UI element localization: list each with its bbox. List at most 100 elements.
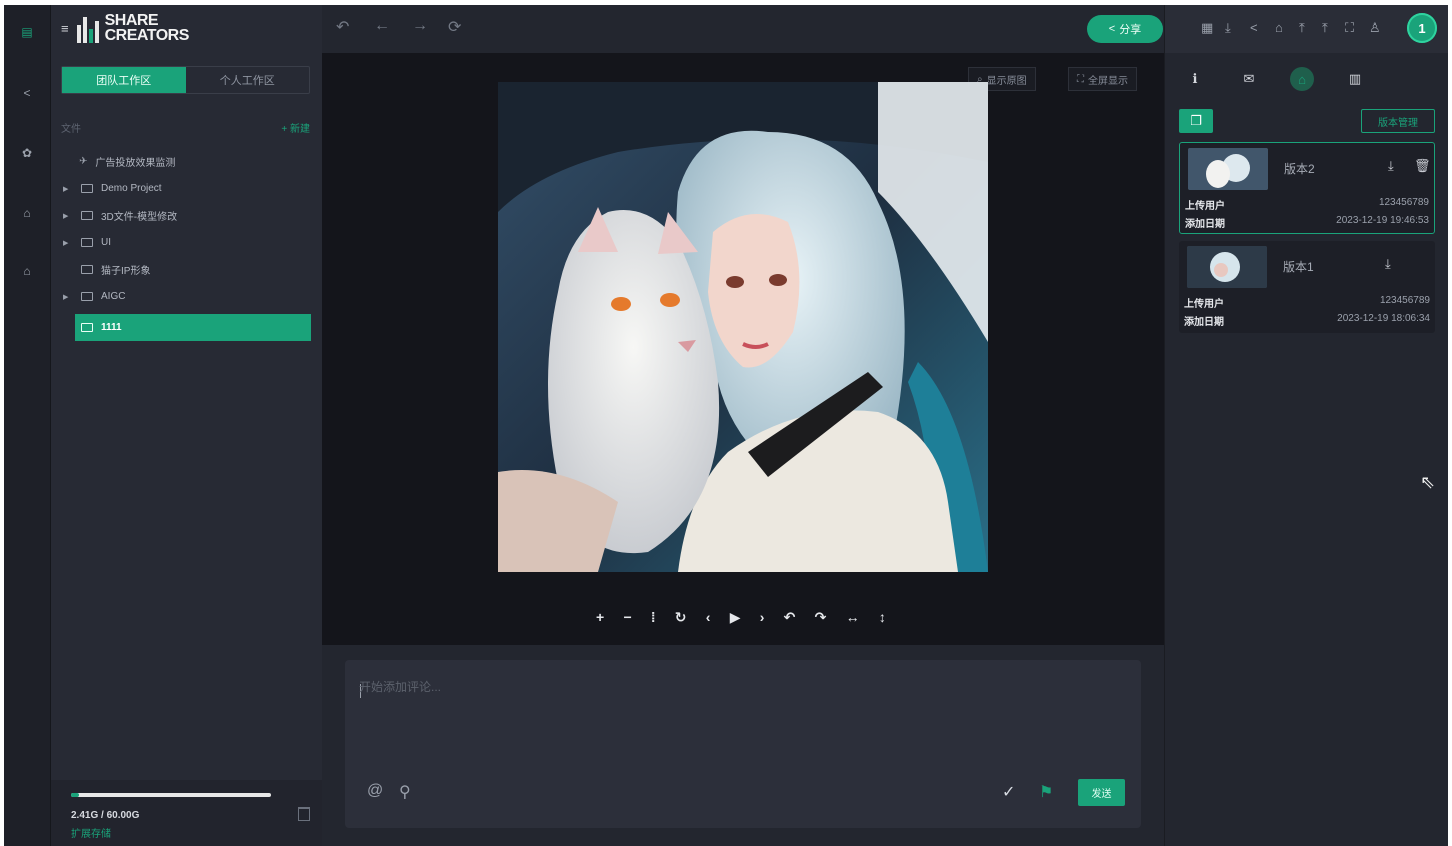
avatar[interactable]: 1 bbox=[1407, 13, 1437, 43]
uploader-row: 上传用户 123456789 bbox=[1184, 295, 1430, 310]
tree-item-label: 1111 bbox=[101, 322, 122, 333]
folder-icon bbox=[81, 265, 93, 274]
version-card[interactable]: 版本1 ⤓ 上传用户 123456789 添加日期 2023-12-19 18:… bbox=[1179, 241, 1435, 333]
logo-text: SHARE CREATORS bbox=[104, 12, 190, 44]
version-card[interactable]: 版本2 ⤓ 🗑 上传用户 123456789 添加日期 2023-12-19 1… bbox=[1179, 142, 1435, 234]
send-button[interactable]: 发送 bbox=[1078, 779, 1125, 806]
fullscreen-icon: ⛶ bbox=[1077, 73, 1084, 85]
plugin-nav-icon[interactable]: ⌂ bbox=[17, 203, 37, 223]
app-window: ▤ < ✿ ⌂ ⌂ ≡ SHARE CREATORS 团队工作区 个人工作区 文… bbox=[4, 5, 1448, 846]
export-icon[interactable]: ⤒ bbox=[1322, 20, 1328, 36]
folder-icon bbox=[81, 184, 93, 193]
tree-item-label: AIGC bbox=[101, 291, 126, 302]
undo-icon[interactable]: ↶ bbox=[336, 17, 349, 37]
pin-marker-icon[interactable]: ⚑ bbox=[1039, 782, 1053, 802]
stats-tab-icon[interactable]: ▥ bbox=[1343, 67, 1367, 91]
mention-icon[interactable]: @ bbox=[367, 782, 383, 800]
next-icon[interactable]: › bbox=[760, 609, 765, 625]
date-row: 添加日期 2023-12-19 18:06:34 bbox=[1184, 313, 1430, 328]
flip-horizontal-icon[interactable]: ↔ bbox=[846, 609, 860, 625]
tree-item[interactable]: ▶ UI bbox=[61, 229, 313, 256]
version-thumbnail bbox=[1187, 246, 1267, 288]
settings-nav-icon[interactable]: ✿ bbox=[17, 143, 37, 163]
prev-icon[interactable]: ‹ bbox=[706, 609, 711, 625]
share-nav-icon[interactable]: < bbox=[17, 83, 37, 103]
info-tab-icon[interactable]: ℹ bbox=[1183, 67, 1207, 91]
list-icon[interactable]: ▦ bbox=[1201, 20, 1213, 36]
expand-caret-icon[interactable]: ▶ bbox=[63, 185, 75, 193]
mouse-pointer-icon: ⇖ bbox=[1420, 472, 1436, 492]
user-icon[interactable]: ♙ bbox=[1369, 20, 1381, 36]
tab-personal-workspace[interactable]: 个人工作区 bbox=[186, 67, 310, 93]
fit-icon[interactable]: ⁞ bbox=[651, 609, 656, 625]
tree-item-label: 3D文件-模型修改 bbox=[101, 212, 178, 223]
home-nav-icon[interactable]: ⌂ bbox=[17, 261, 37, 281]
tab-team-workspace[interactable]: 团队工作区 bbox=[62, 67, 186, 93]
comments-tab-icon[interactable]: ✉ bbox=[1237, 67, 1261, 91]
image-viewer: ⌕ 显示原图 ⛶ 全屏显示 + − ⁞ ↻ ‹ ▶ › ↶ ↷ ↔ ↕ bbox=[322, 53, 1164, 645]
storage-usage: 2.41G / 60.00G 扩展存储 bbox=[51, 780, 322, 846]
rotate-right-icon[interactable]: ↷ bbox=[815, 609, 827, 626]
version-stack-icon[interactable]: ❐ bbox=[1179, 109, 1213, 133]
comment-box: @ ⚲ ✓ ⚑ 发送 bbox=[345, 660, 1141, 828]
section-title: 文件 bbox=[61, 124, 81, 135]
expand-caret-icon[interactable]: ▶ bbox=[63, 239, 75, 247]
zoom-in-icon[interactable]: + bbox=[596, 609, 604, 625]
back-arrow-icon[interactable]: ← bbox=[374, 17, 390, 35]
flip-vertical-icon[interactable]: ↕ bbox=[879, 609, 886, 625]
version-manage-button[interactable]: 版本管理 bbox=[1361, 109, 1435, 133]
annotate-icon[interactable]: ✓ bbox=[1002, 782, 1015, 802]
tree-item[interactable]: ▶ AIGC bbox=[61, 283, 313, 310]
upload-icon[interactable]: ⤒ bbox=[1299, 20, 1305, 36]
tree-item-label: 广告投放效果监测 bbox=[95, 158, 176, 169]
share-button[interactable]: < 分享 bbox=[1087, 15, 1163, 43]
rotate-left-icon[interactable]: ↶ bbox=[784, 609, 796, 626]
tree-item[interactable]: ▶ 3D文件-模型修改 bbox=[61, 202, 313, 229]
delete-icon[interactable]: 🗑 bbox=[1414, 158, 1431, 174]
new-folder-button[interactable]: + 新建 bbox=[281, 120, 310, 135]
tree-item[interactable]: ▶ Demo Project bbox=[61, 175, 313, 202]
tree-item-label: 猫子IP形象 bbox=[101, 266, 151, 277]
tree-item[interactable]: 猫子IP形象 bbox=[61, 256, 313, 283]
brand-logo: ≡ SHARE CREATORS bbox=[61, 12, 190, 44]
tree-item-selected[interactable]: 1111 bbox=[75, 314, 311, 341]
refresh-icon[interactable]: ⟳ bbox=[448, 17, 461, 37]
versions-tab-icon[interactable]: ⌂ bbox=[1290, 67, 1314, 91]
lock-icon[interactable]: ⌂ bbox=[1275, 20, 1283, 35]
download-icon[interactable]: ⤓ bbox=[1225, 20, 1231, 36]
download-icon[interactable]: ⤓ bbox=[1385, 256, 1391, 272]
download-icon[interactable]: ⤓ bbox=[1388, 158, 1394, 174]
pin-icon: ✈ bbox=[79, 156, 88, 167]
share-icon[interactable]: < bbox=[1250, 20, 1258, 35]
storage-text: 2.41G / 60.00G bbox=[71, 810, 140, 821]
share-icon: < bbox=[1108, 23, 1116, 35]
zoom-out-icon[interactable]: − bbox=[623, 609, 631, 625]
workspace-switch: 团队工作区 个人工作区 bbox=[61, 66, 310, 94]
expand-caret-icon[interactable]: ▶ bbox=[63, 212, 75, 220]
expand-storage-link[interactable]: 扩展存储 bbox=[71, 825, 111, 840]
show-original-label: 显示原图 bbox=[986, 75, 1027, 87]
fullscreen-button[interactable]: ⛶ 全屏显示 bbox=[1068, 67, 1137, 91]
trash-icon[interactable] bbox=[298, 807, 310, 821]
menu-icon[interactable]: ≡ bbox=[61, 21, 69, 36]
folder-icon bbox=[81, 292, 93, 301]
reset-icon[interactable]: ↻ bbox=[675, 609, 687, 626]
expand-caret-icon[interactable]: ▶ bbox=[63, 293, 75, 301]
attach-icon[interactable]: ⚲ bbox=[399, 782, 411, 802]
file-panel: ≡ SHARE CREATORS 团队工作区 个人工作区 文件 + 新建 ✈ 广… bbox=[51, 5, 322, 846]
viewer-controls: + − ⁞ ↻ ‹ ▶ › ↶ ↷ ↔ ↕ bbox=[596, 606, 886, 628]
version-name: 版本1 bbox=[1283, 260, 1314, 274]
date-row: 添加日期 2023-12-19 19:46:53 bbox=[1185, 215, 1429, 230]
right-toolbar: ▦ ⤓ < ⌂ ⤒ ⤒ ⛶ ♙ 1 bbox=[1165, 5, 1448, 53]
forward-arrow-icon[interactable]: → bbox=[412, 17, 428, 35]
folder-icon bbox=[81, 238, 93, 247]
comment-input[interactable] bbox=[359, 680, 859, 694]
expand-icon[interactable]: ⛶ bbox=[1345, 20, 1354, 36]
logo-mark bbox=[76, 13, 99, 43]
uploader-row: 上传用户 123456789 bbox=[1185, 197, 1429, 212]
files-nav-icon[interactable]: ▤ bbox=[17, 22, 37, 42]
play-icon[interactable]: ▶ bbox=[730, 609, 741, 626]
folder-icon bbox=[81, 211, 93, 220]
top-toolbar: ↶ ← → ⟳ < 分享 bbox=[322, 5, 1164, 53]
tree-item[interactable]: ✈ 广告投放效果监测 bbox=[61, 148, 313, 175]
